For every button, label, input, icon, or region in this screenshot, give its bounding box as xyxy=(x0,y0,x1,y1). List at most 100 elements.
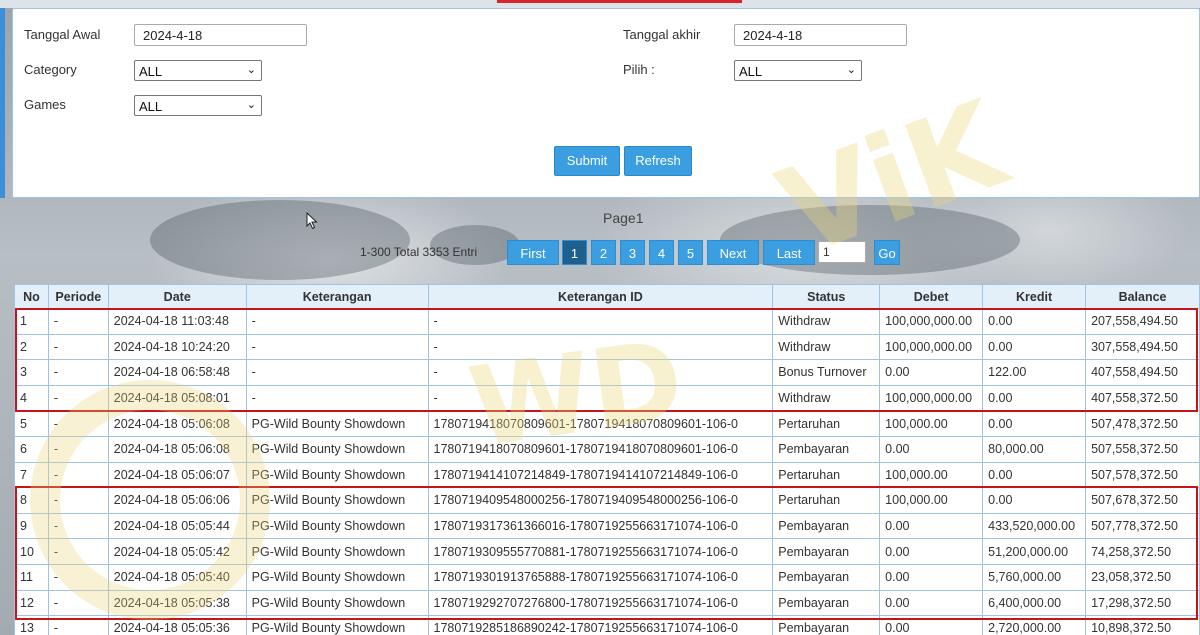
table-cell: 507,478,372.50 xyxy=(1085,410,1200,437)
table-cell: 5 xyxy=(14,410,49,437)
pager-next-button[interactable]: Next xyxy=(707,240,759,265)
table-cell: 2024-04-18 05:05:38 xyxy=(107,589,247,617)
table-cell: Bonus Turnover xyxy=(772,359,881,386)
table-cell: - xyxy=(47,333,109,361)
table-cell: 0.00 xyxy=(879,435,984,463)
table-cell: 1 xyxy=(14,308,49,335)
column-header-8: Balance xyxy=(1085,284,1200,309)
pager-page-3[interactable]: 3 xyxy=(620,240,645,265)
table-cell: 507,678,372.50 xyxy=(1085,487,1200,514)
table-cell: PG-Wild Bounty Showdown xyxy=(245,512,429,540)
column-header-5: Status xyxy=(772,284,881,309)
table-cell: - xyxy=(47,384,109,412)
chevron-down-icon: ⌄ xyxy=(246,99,256,111)
table-cell: 433,520,000.00 xyxy=(982,512,1087,540)
table-cell: 0.00 xyxy=(879,563,984,591)
table-cell: Pembayaran xyxy=(772,512,881,540)
table-cell: 0.00 xyxy=(982,333,1087,361)
pager-page-1[interactable]: 1 xyxy=(562,240,587,265)
table-cell: 12 xyxy=(14,589,49,617)
table-cell: 2024-04-18 05:06:06 xyxy=(107,487,247,514)
top-highlight xyxy=(497,0,742,3)
table-cell: Pembayaran xyxy=(772,589,881,617)
table-row: 5-2024-04-18 05:06:08 PG-Wild Bounty Show… xyxy=(14,410,1200,437)
table-cell: 9 xyxy=(14,512,49,540)
start-date-input[interactable]: 2024-4-18 xyxy=(134,24,307,46)
table-cell: - xyxy=(245,359,429,386)
table-cell: 1780719409548000256-1780719409548000256-… xyxy=(427,487,774,514)
table-cell: 13 xyxy=(14,615,49,635)
table-cell: 2024-04-18 05:06:08 xyxy=(107,435,247,463)
submit-button[interactable]: Submit xyxy=(554,146,620,176)
table-cell: Pertaruhan xyxy=(772,487,881,514)
refresh-button[interactable]: Refresh xyxy=(624,146,692,176)
table-cell: 2024-04-18 05:08:01 xyxy=(107,384,247,412)
pager-page-2[interactable]: 2 xyxy=(591,240,616,265)
category-select[interactable]: ALL ⌄ xyxy=(134,60,262,81)
pager-page-4[interactable]: 4 xyxy=(649,240,674,265)
pager-last-button[interactable]: Last xyxy=(763,240,815,265)
table-row: 1-2024-04-18 11:03:48- - Withdraw 100,000,0… xyxy=(14,308,1200,335)
table-cell: 10,898,372.50 xyxy=(1085,615,1200,635)
pager-first-button[interactable]: First xyxy=(507,240,559,265)
table-cell: Pertaruhan xyxy=(772,410,881,437)
table-cell: PG-Wild Bounty Showdown xyxy=(245,487,429,514)
table-cell: - xyxy=(47,410,109,437)
table-cell: - xyxy=(427,359,774,386)
pilih-label: Pilih : xyxy=(623,62,655,77)
table-cell: - xyxy=(47,487,109,514)
chevron-down-icon: ⌄ xyxy=(246,64,256,76)
table-cell: 0.00 xyxy=(879,589,984,617)
table-cell: 2024-04-18 05:05:42 xyxy=(107,538,247,565)
pilih-select-value: ALL xyxy=(739,64,763,79)
pilih-select[interactable]: ALL ⌄ xyxy=(734,60,862,81)
table-cell: 2024-04-18 05:06:07 xyxy=(107,461,247,489)
table-cell: 2024-04-18 05:05:44 xyxy=(107,512,247,540)
table-cell: 11 xyxy=(14,563,49,591)
column-header-6: Debet xyxy=(879,284,984,309)
pager-goto-input[interactable]: 1 xyxy=(818,241,866,263)
table-cell: 4 xyxy=(14,384,49,412)
left-accent-stripe xyxy=(0,8,5,198)
table-cell: Pembayaran xyxy=(772,615,881,635)
category-label: Category xyxy=(24,62,77,77)
column-header-7: Kredit xyxy=(982,284,1087,309)
table-cell: 100,000,000.00 xyxy=(879,333,984,361)
table-cell: Withdraw xyxy=(772,333,881,361)
table-cell: 0.00 xyxy=(982,384,1087,412)
map-decoration xyxy=(150,200,410,280)
table-cell: 122.00 xyxy=(982,359,1087,386)
table-cell: 6 xyxy=(14,435,49,463)
table-cell: 407,558,494.50 xyxy=(1085,359,1200,386)
table-cell: Pembayaran xyxy=(772,435,881,463)
table-cell: - xyxy=(47,589,109,617)
table-cell: - xyxy=(245,308,429,335)
table-cell: 6,400,000.00 xyxy=(982,589,1087,617)
column-header-0: No xyxy=(14,284,49,309)
games-select[interactable]: ALL ⌄ xyxy=(134,95,262,116)
table-cell: - xyxy=(47,359,109,386)
table-cell: 8 xyxy=(14,487,49,514)
chevron-down-icon: ⌄ xyxy=(846,64,856,76)
table-cell: 407,558,372.50 xyxy=(1085,384,1200,412)
page-title: Page1 xyxy=(603,210,644,226)
games-label: Games xyxy=(24,97,66,112)
table-row: 13-2024-04-18 05:05:36 PG-Wild Bounty Sho… xyxy=(14,615,1200,635)
pager-page-5[interactable]: 5 xyxy=(678,240,703,265)
table-cell: 2024-04-18 05:06:08 xyxy=(107,410,247,437)
end-date-input[interactable]: 2024-4-18 xyxy=(734,24,907,46)
table-cell: 2024-04-18 11:03:48 xyxy=(107,308,247,335)
table-cell: 0.00 xyxy=(982,308,1087,335)
pager-go-button[interactable]: Go xyxy=(874,240,900,265)
table-cell: - xyxy=(427,308,774,335)
table-header-row: No Periode Date Keterangan Keterangan ID Stat… xyxy=(14,284,1200,309)
table-cell: Pembayaran xyxy=(772,563,881,591)
table-cell: PG-Wild Bounty Showdown xyxy=(245,589,429,617)
table-cell: 74,258,372.50 xyxy=(1085,538,1200,565)
column-header-3: Keterangan xyxy=(245,284,429,309)
table-cell: 1780719285186890242-1780719255663171074-… xyxy=(427,615,774,635)
table-row: 9-2024-04-18 05:05:44 PG-Wild Bounty Show… xyxy=(14,512,1200,540)
table-cell: 2024-04-18 05:05:36 xyxy=(107,615,247,635)
table-cell: Pertaruhan xyxy=(772,461,881,489)
category-select-value: ALL xyxy=(139,64,163,79)
